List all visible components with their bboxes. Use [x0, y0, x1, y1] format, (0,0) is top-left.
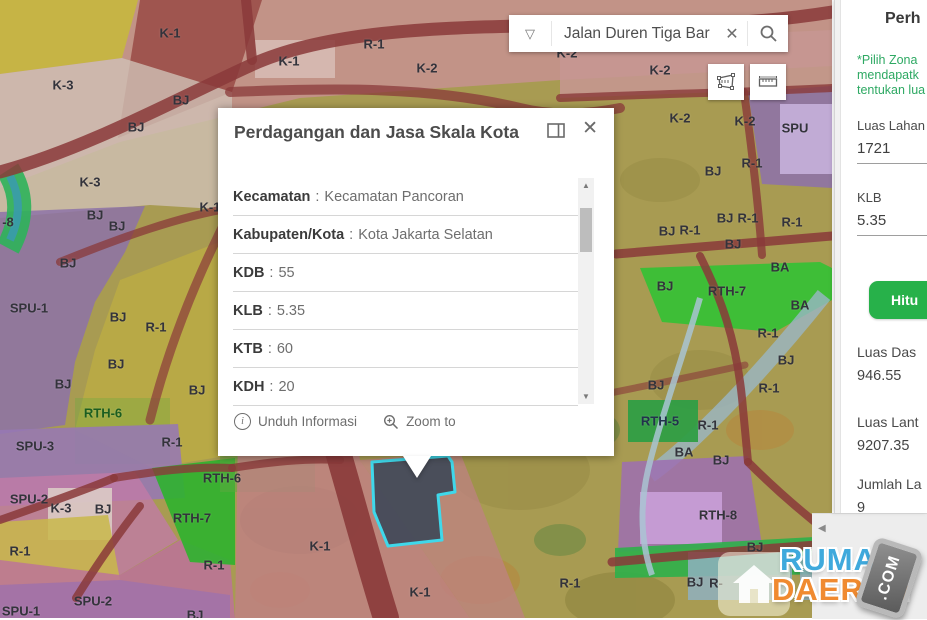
search-dropdown-button[interactable]: ▽ — [509, 15, 551, 52]
popup-title: Perdagangan dan Jasa Skala Kota — [234, 122, 519, 142]
zoom-in-icon — [384, 414, 399, 429]
popup-scrollbar[interactable]: ▲ ▼ — [578, 178, 594, 404]
zoom-to-link[interactable]: Zoom to — [383, 414, 456, 430]
search-bar: ▽ ✕ — [509, 15, 788, 52]
field-luas-lahan: Luas Lahan 1721 — [857, 118, 927, 164]
attribute-row: KDB:55 — [233, 254, 578, 292]
calculation-sidebar: Perh *Pilih Zona mendapatk tentukan lua … — [834, 0, 927, 516]
scroll-thumb[interactable] — [580, 208, 592, 252]
luas-lahan-input[interactable]: 1721 — [857, 140, 927, 164]
search-icon — [760, 25, 777, 42]
field-klb: KLB 5.35 — [857, 190, 927, 236]
chevron-down-icon: ▽ — [525, 25, 535, 41]
popup-callout-arrow — [403, 456, 431, 478]
popup-attribute-list: Kecamatan: Kecamatan Pancoran Kabupaten/K… — [233, 178, 578, 406]
close-icon: ✕ — [725, 25, 739, 43]
result-luas-lantai: Luas Lant 9207.35 — [857, 414, 919, 454]
attribute-row: KDH:20 — [233, 368, 578, 406]
result-jumlah-lantai: Jumlah La 9 — [857, 476, 922, 516]
measure-area-icon — [717, 73, 735, 90]
search-submit-button[interactable] — [748, 15, 788, 52]
result-luas-dasar: Luas Das 946.55 — [857, 344, 917, 384]
measure-distance-button[interactable] — [750, 64, 786, 100]
attribute-row: KTB:60 — [233, 330, 578, 368]
bottom-right-panel: ◀ — [812, 513, 927, 619]
collapse-panel-icon[interactable]: ◀ — [818, 523, 826, 534]
scroll-down-icon[interactable]: ▼ — [578, 389, 594, 404]
measure-distance-icon — [758, 76, 778, 87]
attribute-row: Kabupaten/Kota: Kota Jakarta Selatan — [233, 216, 578, 254]
scroll-up-icon[interactable]: ▲ — [578, 178, 594, 193]
info-icon: i — [234, 413, 251, 430]
feature-popup: Perdagangan dan Jasa Skala Kota ✕ Kecama… — [218, 108, 614, 478]
measure-area-button[interactable] — [708, 64, 744, 100]
dock-icon[interactable] — [546, 121, 566, 139]
search-clear-button[interactable]: ✕ — [717, 15, 747, 52]
klb-input[interactable]: 5.35 — [857, 212, 927, 236]
attribute-row: KLB:5.35 — [233, 292, 578, 330]
search-input[interactable] — [552, 15, 717, 52]
sidebar-title: Perh — [885, 10, 921, 27]
sidebar-note: *Pilih Zona mendapatk tentukan lua — [857, 53, 926, 97]
close-icon[interactable]: ✕ — [580, 117, 600, 140]
popup-footer: i Unduh Informasi Zoom to — [234, 413, 456, 430]
hitung-button[interactable]: Hitu — [869, 281, 927, 319]
sidebar-gutter — [835, 0, 841, 513]
download-info-link[interactable]: i Unduh Informasi — [234, 413, 357, 430]
attribute-row: Kecamatan: Kecamatan Pancoran — [233, 178, 578, 216]
